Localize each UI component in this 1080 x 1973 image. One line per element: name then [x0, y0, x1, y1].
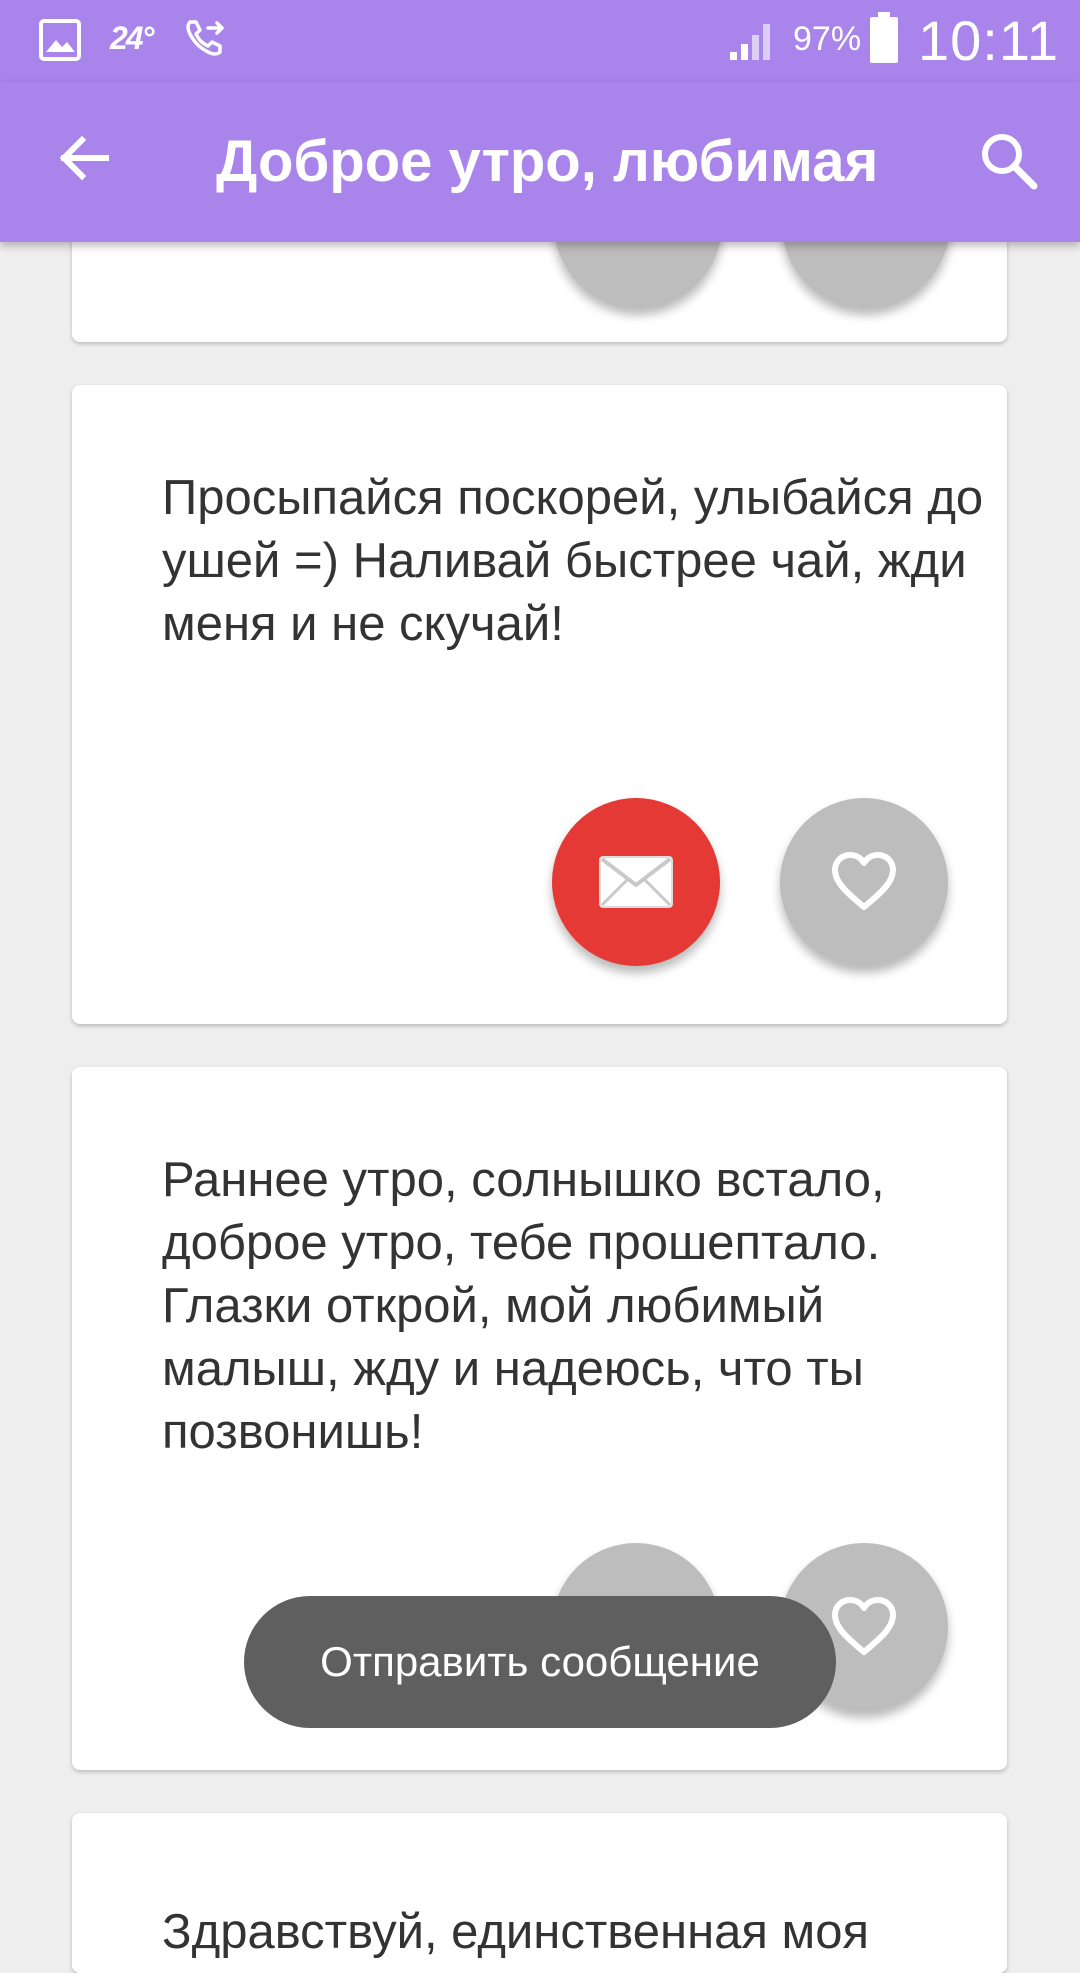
heart-outline-icon: [832, 1597, 896, 1655]
quote-card: Просыпайся поскорей, улыбайся до ушей =)…: [72, 385, 1007, 1024]
page-title: Доброе утро, любимая: [216, 129, 879, 194]
heart-outline-icon: [832, 852, 896, 910]
call-forward-icon: [186, 20, 224, 56]
battery-percent-text: 97%: [793, 20, 862, 58]
envelope-icon: [599, 856, 673, 908]
send-message-button[interactable]: [552, 798, 720, 966]
arrow-left-icon[interactable]: [54, 128, 114, 188]
signal-icon: [730, 24, 770, 60]
battery-icon: [870, 12, 898, 63]
gallery-icon: [39, 19, 81, 61]
search-icon[interactable]: [976, 128, 1040, 192]
temperature-text: 24°: [110, 20, 154, 56]
toast-message: Отправить сообщение: [244, 1596, 836, 1728]
favorite-button[interactable]: [780, 798, 948, 966]
quote-text: Просыпайся поскорей, улыбайся до ушей =)…: [162, 471, 984, 651]
app-bar: Доброе утро, любимая: [0, 82, 1080, 242]
status-bar: 24° 97% 10:11: [0, 0, 1080, 82]
quote-text: Здравствуй, единственная моя: [162, 1905, 870, 1959]
clock-text: 10:11: [918, 9, 1059, 72]
quote-card: Здравствуй, единственная моя: [72, 1813, 1007, 1973]
quote-text: Раннее утро, солнышко встало, доброе утр…: [162, 1153, 885, 1459]
